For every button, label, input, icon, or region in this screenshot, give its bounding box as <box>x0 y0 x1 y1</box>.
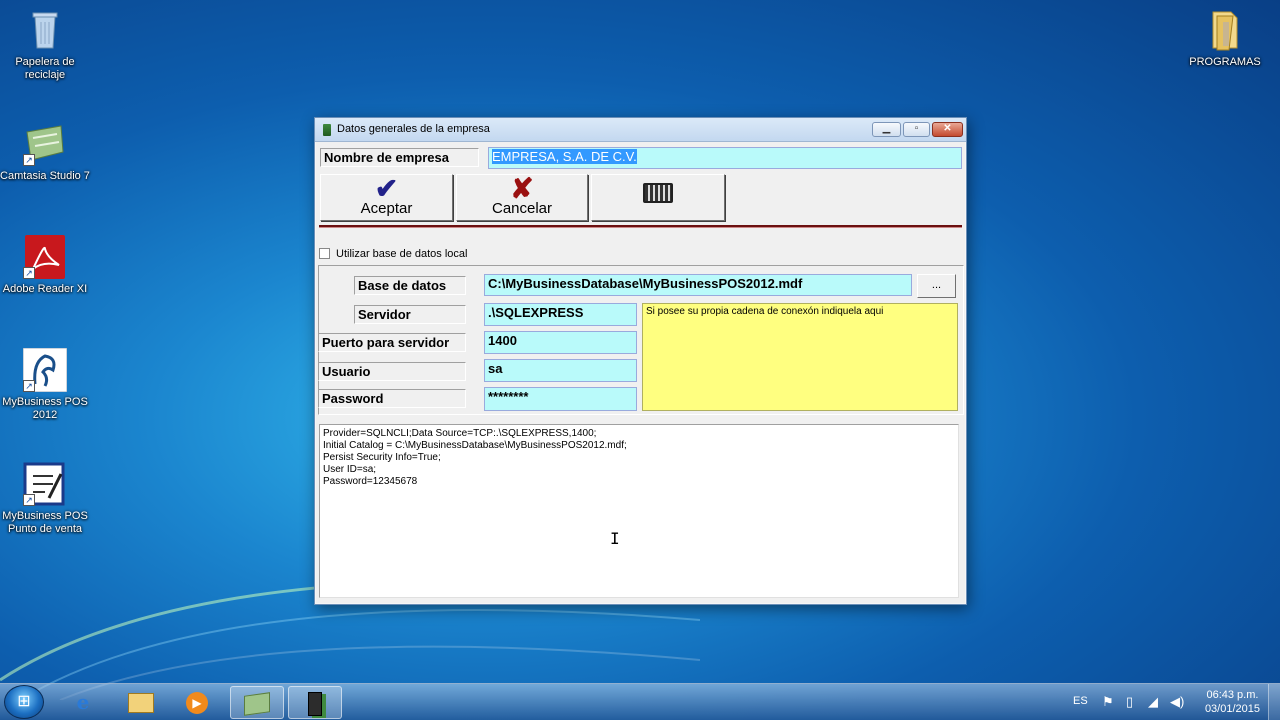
start-button[interactable]: ⊞ <box>4 685 44 719</box>
volume-icon[interactable]: ◀) <box>1170 694 1184 710</box>
shortcut-arrow-icon: ↗ <box>23 154 35 166</box>
device-icon[interactable]: ▯ <box>1126 694 1133 710</box>
password-input[interactable]: ******** <box>484 387 637 411</box>
desktop-icon-label: Adobe Reader XI <box>2 283 88 295</box>
windows-logo-icon: ⊞ <box>17 693 31 710</box>
camtasia-icon <box>244 691 270 716</box>
connection-line: Persist Security Info=True; <box>323 452 441 463</box>
desktop-icon-recycle-bin[interactable]: Papelera de reciclaje <box>0 8 90 82</box>
password-label: Password <box>318 389 466 408</box>
user-label: Usuario <box>318 362 466 381</box>
internet-explorer-icon: e <box>76 690 90 714</box>
action-center-flag-icon[interactable]: ⚑ <box>1102 694 1114 710</box>
accept-button[interactable]: ✔ Aceptar <box>320 174 453 221</box>
desktop-icon-label: Camtasia Studio 7 <box>0 170 90 182</box>
clock-date: 03/01/2015 <box>1204 703 1260 715</box>
keyboard-button[interactable] <box>591 174 725 221</box>
taskbar-camtasia[interactable] <box>230 686 284 719</box>
company-settings-window: Datos generales de la empresa ▁ ▫ ✕ Nomb… <box>314 117 967 605</box>
company-name-label: Nombre de empresa <box>320 148 479 167</box>
punto-de-venta-icon: ↗ <box>23 462 67 506</box>
taskbar: ⊞ e ▶ ES ⚑ ▯ ◢ ◀) 06:43 p.m. 03/01/2015 <box>0 683 1280 720</box>
close-button[interactable]: ✕ <box>932 122 963 137</box>
database-input[interactable]: C:\MyBusinessDatabase\MyBusinessPOS2012.… <box>484 274 912 296</box>
database-label: Base de datos <box>354 276 466 295</box>
app-icon <box>323 124 331 136</box>
connection-line: Provider=SQLNCLI;Data Source=TCP:.\SQLEX… <box>323 428 597 439</box>
show-desktop-button[interactable] <box>1268 684 1280 720</box>
checkbox-box[interactable] <box>319 248 330 259</box>
window-title: Datos generales de la empresa <box>337 123 490 135</box>
clock-time: 06:43 p.m. <box>1206 689 1259 701</box>
company-name-value: EMPRESA, S.A. DE C.V. <box>492 149 637 164</box>
server-input[interactable]: .\SQLEXPRESS <box>484 303 637 326</box>
cancel-button[interactable]: ✘ Cancelar <box>456 174 588 221</box>
text-cursor-icon: I <box>610 529 620 548</box>
keyboard-icon <box>643 183 673 203</box>
separator-line <box>319 225 962 228</box>
desktop-icon-mybusiness-pos[interactable]: ↗ MyBusiness POS 2012 <box>0 347 90 422</box>
local-db-checkbox-label: Utilizar base de datos local <box>336 248 468 260</box>
connection-line: Initial Catalog = C:\MyBusinessDatabase\… <box>323 440 627 451</box>
port-label: Puerto para servidor <box>318 333 466 352</box>
minimize-button[interactable]: ▁ <box>872 122 901 137</box>
adobe-reader-icon: ↗ <box>23 235 67 279</box>
shortcut-arrow-icon: ↗ <box>23 380 35 392</box>
network-icon[interactable]: ◢ <box>1148 694 1158 710</box>
company-name-input[interactable]: EMPRESA, S.A. DE C.V. <box>488 147 962 169</box>
shortcut-arrow-icon: ↗ <box>23 494 35 506</box>
desktop-icon-label: PROGRAMAS <box>1189 56 1261 68</box>
taskbar-internet-explorer[interactable]: e <box>56 686 110 719</box>
connection-string-textarea[interactable]: Provider=SQLNCLI;Data Source=TCP:.\SQLEX… <box>319 424 959 598</box>
mybusiness-pos-icon: ↗ <box>22 347 68 393</box>
shortcut-arrow-icon: ↗ <box>23 267 35 279</box>
mybusiness-app-icon <box>308 691 322 716</box>
connection-line: Password=12345678 <box>323 476 418 487</box>
desktop-icon-adobe-reader[interactable]: ↗ Adobe Reader XI <box>0 235 90 296</box>
desktop-icon-camtasia[interactable]: ↗ Camtasia Studio 7 <box>0 122 90 183</box>
folder-icon <box>1203 8 1247 52</box>
x-mark-icon: ✘ <box>510 173 534 204</box>
cancel-button-label: Cancelar <box>491 200 553 217</box>
desktop-icon-label: MyBusiness POS Punto de venta <box>2 510 88 535</box>
user-input[interactable]: sa <box>484 359 637 382</box>
desktop-icon-label: Papelera de reciclaje <box>15 56 75 81</box>
desktop-icon-programas[interactable]: PROGRAMAS <box>1180 8 1270 69</box>
taskbar-media-player[interactable]: ▶ <box>170 686 224 719</box>
connection-line: User ID=sa; <box>323 464 377 475</box>
port-input[interactable]: 1400 <box>484 331 637 354</box>
recycle-bin-icon <box>23 8 67 52</box>
browse-button[interactable]: ... <box>917 274 956 298</box>
system-clock[interactable]: 06:43 p.m. 03/01/2015 <box>1205 688 1260 716</box>
camtasia-icon: ↗ <box>23 122 67 166</box>
language-indicator[interactable]: ES <box>1073 695 1088 707</box>
local-db-checkbox[interactable]: Utilizar base de datos local <box>319 248 467 260</box>
server-label: Servidor <box>354 305 466 324</box>
accept-button-label: Aceptar <box>360 200 413 217</box>
maximize-button[interactable]: ▫ <box>903 122 930 137</box>
window-titlebar[interactable]: Datos generales de la empresa ▁ ▫ ✕ <box>315 118 966 142</box>
media-player-icon: ▶ <box>186 691 208 714</box>
desktop-icon-label: MyBusiness POS 2012 <box>2 396 88 421</box>
custom-connection-note[interactable]: Si posee su propia cadena de conexón ind… <box>642 303 958 411</box>
taskbar-mybusiness[interactable] <box>288 686 342 719</box>
taskbar-explorer[interactable] <box>114 686 168 719</box>
desktop-icon-punto-de-venta[interactable]: ↗ MyBusiness POS Punto de venta <box>0 462 90 536</box>
folder-icon <box>128 692 154 713</box>
checkmark-icon: ✔ <box>374 173 399 204</box>
